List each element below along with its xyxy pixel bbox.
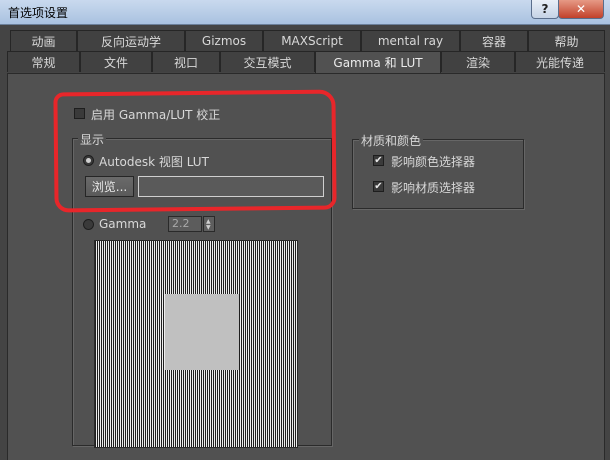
tab-containers[interactable]: 容器 [460,30,528,51]
affect-material-selector-checkbox[interactable]: ✔ [373,181,384,192]
affect-material-selector-label: 影响材质选择器 [391,181,476,195]
tab-radiosity[interactable]: 光能传递 [515,51,605,72]
tab-gizmos[interactable]: Gizmos [185,30,263,51]
check-icon: ✔ [374,155,383,166]
tab-inverse-kinematics[interactable]: 反向运动学 [77,30,185,51]
check-icon: ✔ [374,181,383,192]
gamma-label: Gamma [99,217,147,231]
tab-general[interactable]: 常规 [7,51,80,72]
title-bar: 首选项设置 ? ✕ [0,0,610,25]
tab-animation[interactable]: 动画 [10,30,77,51]
affect-color-selector-checkbox[interactable]: ✔ [373,155,384,166]
affect-color-selector-label: 影响颜色选择器 [391,155,476,169]
red-highlight-annotation [53,89,337,213]
materials-colors-group [352,139,524,209]
gamma-spinner[interactable]: ▲ ▼ [203,216,215,232]
help-button[interactable]: ? [531,0,559,19]
window-title: 首选项设置 [8,6,69,20]
tab-gamma-lut[interactable]: Gamma 和 LUT [315,51,441,73]
tab-files[interactable]: 文件 [80,51,152,72]
close-icon: ✕ [575,2,587,16]
materials-colors-title: 材质和颜色 [359,132,424,149]
tab-help[interactable]: 帮助 [528,30,605,51]
tab-viewports[interactable]: 视口 [152,51,220,72]
gamma-preview-swatch [165,294,239,370]
tab-mental-ray[interactable]: mental ray [361,30,460,51]
tab-maxscript[interactable]: MAXScript [263,30,361,51]
tab-interaction-mode[interactable]: 交互模式 [220,51,315,72]
close-button[interactable]: ✕ [558,0,604,19]
help-icon: ? [541,2,549,16]
gamma-preview-pattern [94,240,298,448]
tab-rendering[interactable]: 渲染 [441,51,515,72]
gamma-radio[interactable] [83,219,94,230]
spinner-down-icon: ▼ [206,224,211,231]
gamma-value-input[interactable]: 2.2 [168,216,202,232]
